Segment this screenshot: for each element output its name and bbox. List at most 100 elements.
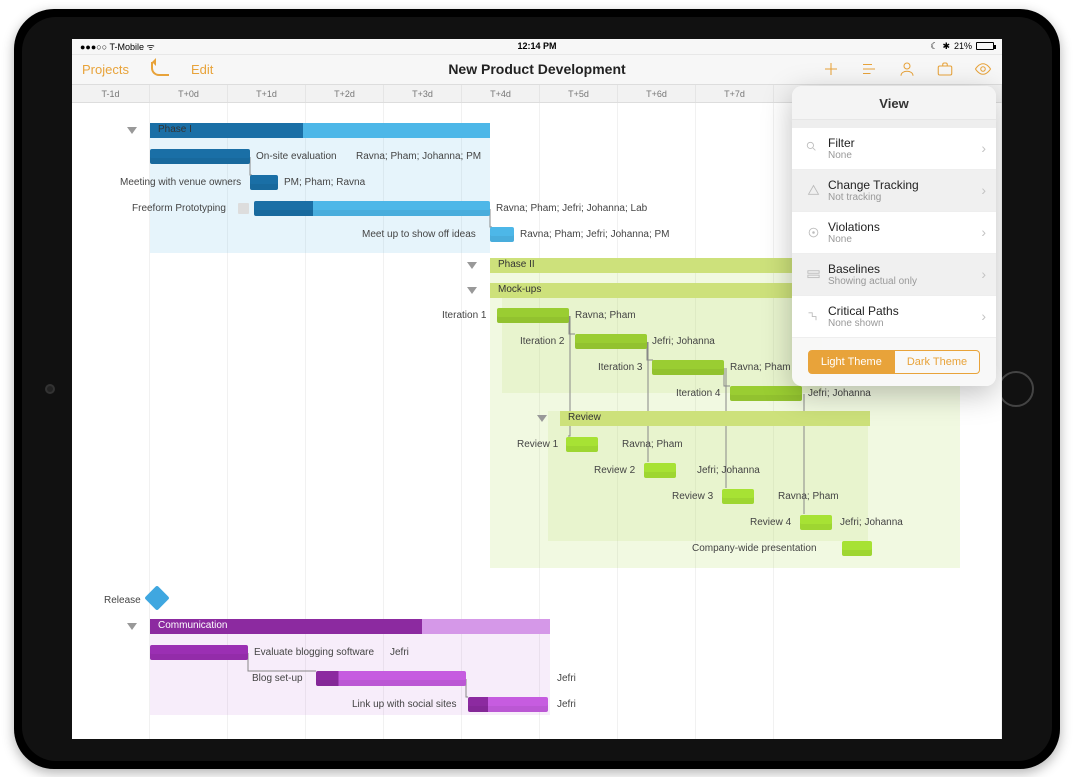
review4-bar[interactable]	[800, 515, 832, 530]
meeting-label: Meeting with venue owners	[120, 177, 241, 188]
iteration4-resources: Jefri; Johanna	[808, 388, 871, 399]
ipad-frame: ●●●○○ T-Mobile ᯤ 12:14 PM ☾ ✱ 21% Projec…	[14, 9, 1060, 769]
status-moon-icon: ☾	[930, 41, 938, 52]
search-icon	[802, 141, 824, 156]
status-bluetooth-icon: ✱	[942, 41, 950, 52]
time-column: T+4d	[462, 85, 540, 102]
blog-setup-label: Blog set-up	[252, 673, 303, 684]
time-column: T+3d	[384, 85, 462, 102]
review2-label: Review 2	[594, 465, 635, 476]
view-option-change-tracking[interactable]: Change TrackingNot tracking›	[792, 170, 996, 212]
time-column: T+6d	[618, 85, 696, 102]
linkup-label: Link up with social sites	[352, 699, 457, 710]
evaluate-blogging-bar[interactable]	[150, 645, 248, 660]
onsite-evaluation-label: On-site evaluation	[256, 151, 337, 162]
iteration3-resources: Ravna; Pham	[730, 362, 791, 373]
company-presentation-label: Company-wide presentation	[692, 543, 817, 554]
projects-button[interactable]: Projects	[82, 62, 129, 77]
iteration1-label: Iteration 1	[442, 310, 486, 321]
stack-icon	[802, 267, 824, 282]
light-theme-button[interactable]: Light Theme	[808, 350, 895, 374]
communication-group-bar[interactable]: Communication	[150, 619, 550, 634]
evaluate-blogging-label: Evaluate blogging software	[254, 647, 374, 658]
company-presentation-bar[interactable]	[842, 541, 872, 556]
meetup-bar[interactable]	[490, 227, 514, 242]
tasks-icon[interactable]	[860, 60, 878, 78]
iteration1-resources: Ravna; Pham	[575, 310, 636, 321]
view-option-violations[interactable]: ViolationsNone›	[792, 212, 996, 254]
undo-icon[interactable]	[151, 62, 169, 76]
circle-icon	[802, 225, 824, 240]
person-icon[interactable]	[898, 60, 916, 78]
freeform-bar[interactable]	[254, 201, 490, 216]
time-column: T+1d	[228, 85, 306, 102]
view-popover-title: View	[792, 86, 996, 120]
iteration2-bar[interactable]	[575, 334, 647, 349]
phase2-disclosure[interactable]	[467, 262, 477, 269]
iteration2-label: Iteration 2	[520, 336, 564, 347]
battery-icon	[976, 42, 994, 50]
time-column: T+5d	[540, 85, 618, 102]
chevron-right-icon: ›	[981, 308, 986, 324]
phase1-disclosure[interactable]	[127, 127, 137, 134]
review1-bar[interactable]	[566, 437, 598, 452]
iteration3-label: Iteration 3	[598, 362, 642, 373]
eye-icon[interactable]	[974, 60, 992, 78]
iteration3-bar[interactable]	[652, 360, 724, 375]
freeform-resources: Ravna; Pham; Jefri; Johanna; Lab	[496, 203, 647, 214]
status-carrier: ●●●○○ T-Mobile ᯤ	[80, 40, 155, 53]
review4-resources: Jefri; Johanna	[840, 517, 903, 528]
evaluate-blogging-resources: Jefri	[390, 647, 409, 658]
onsite-evaluation-resources: Ravna; Pham; Johanna; PM	[356, 151, 481, 162]
triangle-icon	[802, 183, 824, 198]
linkup-resources: Jefri	[557, 699, 576, 710]
time-column: T+7d	[696, 85, 774, 102]
review3-label: Review 3	[672, 491, 713, 502]
chevron-right-icon: ›	[981, 140, 986, 156]
add-icon[interactable]	[822, 60, 840, 78]
onsite-evaluation-bar[interactable]	[150, 149, 250, 164]
app-screen: ●●●○○ T-Mobile ᯤ 12:14 PM ☾ ✱ 21% Projec…	[72, 39, 1002, 739]
review3-resources: Ravna; Pham	[778, 491, 839, 502]
review-disclosure[interactable]	[537, 415, 547, 422]
mockups-group-bar[interactable]: Mock-ups	[490, 283, 822, 298]
time-column: T+2d	[306, 85, 384, 102]
linkup-bar[interactable]	[468, 697, 548, 712]
phase1-group-bar[interactable]: Phase I	[150, 123, 490, 138]
review3-bar[interactable]	[722, 489, 754, 504]
theme-segmented-control[interactable]: Light Theme Dark Theme	[792, 338, 996, 386]
meeting-resources: PM; Pham; Ravna	[284, 177, 365, 188]
ipad-home-button[interactable]	[998, 371, 1034, 407]
iteration4-bar[interactable]	[730, 386, 802, 401]
time-column: T+0d	[150, 85, 228, 102]
blog-setup-resources: Jefri	[557, 673, 576, 684]
status-bar: ●●●○○ T-Mobile ᯤ 12:14 PM ☾ ✱ 21%	[72, 39, 1002, 55]
view-option-baselines[interactable]: BaselinesShowing actual only›	[792, 254, 996, 296]
review-group-bar[interactable]: Review	[560, 411, 870, 426]
view-option-filter[interactable]: FilterNone›	[792, 128, 996, 170]
status-time: 12:14 PM	[517, 41, 556, 51]
mockups-disclosure[interactable]	[467, 287, 477, 294]
briefcase-icon[interactable]	[936, 60, 954, 78]
meetup-label: Meet up to show off ideas	[362, 229, 476, 240]
ipad-camera	[47, 386, 53, 392]
review4-label: Review 4	[750, 517, 791, 528]
release-label: Release	[104, 595, 141, 606]
review1-resources: Ravna; Pham	[622, 439, 683, 450]
status-battery-pct: 21%	[954, 41, 972, 51]
blog-setup-bar[interactable]	[316, 671, 466, 686]
iteration1-bar[interactable]	[497, 308, 569, 323]
review2-bar[interactable]	[644, 463, 676, 478]
view-popover: View FilterNone›Change TrackingNot track…	[792, 86, 996, 386]
communication-disclosure[interactable]	[127, 623, 137, 630]
edit-button[interactable]: Edit	[191, 62, 213, 77]
chevron-right-icon: ›	[981, 266, 986, 282]
note-icon[interactable]	[238, 203, 249, 214]
document-title: New Product Development	[448, 61, 625, 77]
review1-label: Review 1	[517, 439, 558, 450]
meeting-bar[interactable]	[250, 175, 278, 190]
freeform-label: Freeform Prototyping	[132, 203, 226, 214]
view-option-critical-paths[interactable]: Critical PathsNone shown›	[792, 296, 996, 338]
dark-theme-button[interactable]: Dark Theme	[895, 350, 980, 374]
meetup-resources: Ravna; Pham; Jefri; Johanna; PM	[520, 229, 670, 240]
